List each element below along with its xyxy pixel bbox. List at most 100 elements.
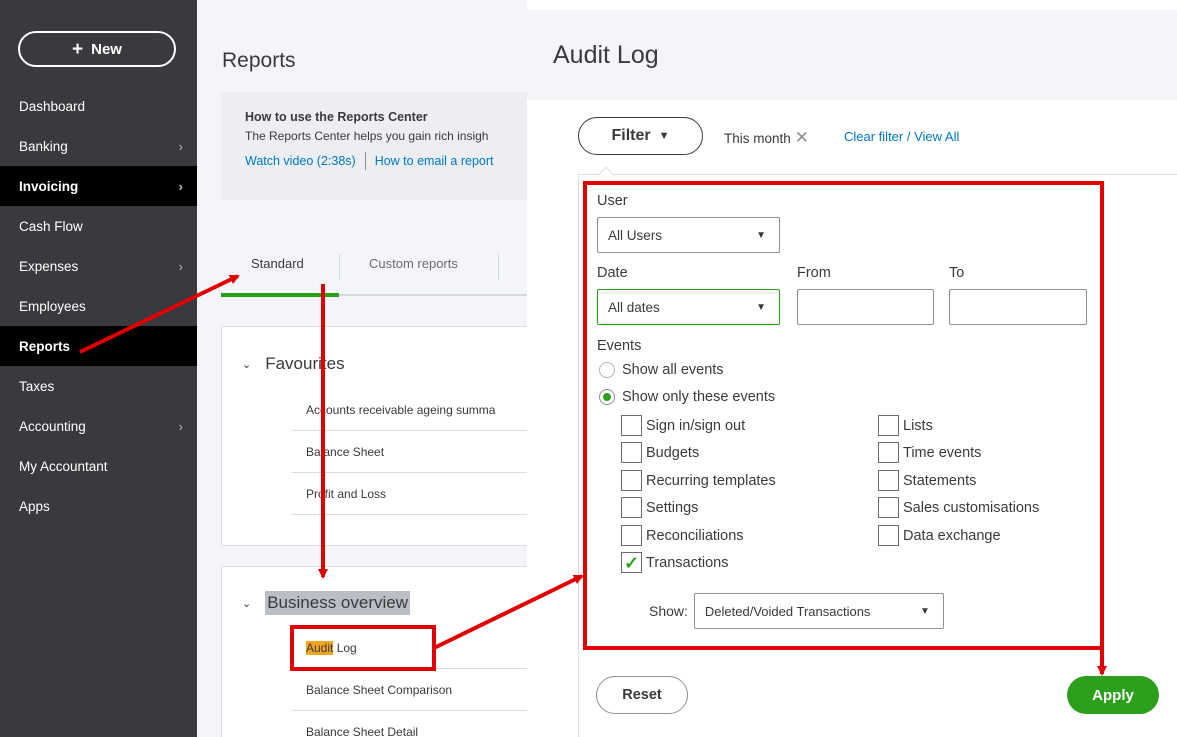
report-tabs: Standard Custom reports xyxy=(221,244,527,297)
checkbox-statements[interactable]: Statements xyxy=(878,470,976,491)
radio-indicator xyxy=(599,362,615,378)
sidebar-item-taxes[interactable]: Taxes xyxy=(0,366,197,406)
radio-indicator-selected xyxy=(599,389,615,405)
sidebar-nav: Dashboard Banking › Invoicing › Cash Flow … xyxy=(0,86,197,526)
left-sidebar: + New Dashboard Banking › Invoicing › Cash… xyxy=(0,0,197,737)
date-select-value: All dates xyxy=(608,299,660,315)
checkbox-box xyxy=(621,415,642,436)
favourites-header[interactable]: ⌄ Favourites xyxy=(242,354,345,374)
sidebar-item-expenses[interactable]: Expenses › xyxy=(0,246,197,286)
info-links: Watch video (2:38s) How to email a repor… xyxy=(245,152,527,170)
checkbox-label: Data exchange xyxy=(903,527,1001,544)
show-only-events-radio[interactable]: Show only these events xyxy=(599,389,775,405)
sidebar-item-invoicing[interactable]: Invoicing › xyxy=(0,166,197,206)
user-select[interactable]: All Users ▼ xyxy=(597,217,780,253)
business-overview-title: Business overview xyxy=(265,591,410,615)
show-only-events-label: Show only these events xyxy=(622,389,776,405)
checkbox-recurring-templates[interactable]: Recurring templates xyxy=(621,470,776,491)
checkbox-label: Sales customisations xyxy=(903,499,1040,516)
sidebar-item-label: Banking xyxy=(19,138,68,154)
checkbox-reconciliations[interactable]: Reconciliations xyxy=(621,525,744,546)
filter-button-label: Filter xyxy=(611,127,651,144)
link-divider xyxy=(364,152,366,170)
checkbox-label: Time events xyxy=(903,444,982,461)
report-row-label: Accounts receivable ageing summa xyxy=(306,402,496,417)
caret-down-icon: ▼ xyxy=(756,229,766,241)
sidebar-item-banking[interactable]: Banking › xyxy=(0,126,197,166)
from-date-input[interactable] xyxy=(797,289,934,325)
report-row-label: Log xyxy=(333,640,357,655)
caret-down-icon: ▼ xyxy=(658,130,670,142)
email-report-link[interactable]: How to email a report xyxy=(375,154,494,168)
checkbox-box xyxy=(878,470,899,491)
business-overview-header[interactable]: ⌄ Business overview xyxy=(242,591,410,615)
show-select-value: Deleted/Voided Transactions xyxy=(704,603,871,619)
close-icon[interactable]: ✕ xyxy=(795,128,809,148)
checkbox-settings[interactable]: Settings xyxy=(621,497,698,518)
checkbox-label: Recurring templates xyxy=(646,472,776,489)
checkbox-budgets[interactable]: Budgets xyxy=(621,442,699,463)
checkbox-box xyxy=(878,497,899,518)
report-row[interactable]: Accounts receivable ageing summa xyxy=(292,389,527,431)
audit-log-title: Audit Log xyxy=(553,41,659,69)
checkbox-label: Lists xyxy=(903,417,933,434)
checkbox-lists[interactable]: Lists xyxy=(878,415,933,436)
watch-video-link[interactable]: Watch video (2:38s) xyxy=(245,154,356,168)
info-title: How to use the Reports Center xyxy=(245,110,428,124)
sidebar-item-employees[interactable]: Employees xyxy=(0,286,197,326)
sidebar-item-label: Expenses xyxy=(19,258,79,274)
chevron-down-icon: ⌄ xyxy=(242,597,252,610)
report-row[interactable]: Balance Sheet xyxy=(292,431,527,473)
new-button[interactable]: + New xyxy=(18,31,176,67)
checkbox-label: Budgets xyxy=(646,444,700,461)
reset-button[interactable]: Reset xyxy=(596,676,688,714)
sidebar-item-label: Cash Flow xyxy=(19,218,83,234)
checkbox-box xyxy=(878,415,899,436)
checkbox-time-events[interactable]: Time events xyxy=(878,442,981,463)
to-date-input[interactable] xyxy=(949,289,1087,325)
checkbox-transactions[interactable]: ✓ Transactions xyxy=(621,552,728,573)
show-transactions-select[interactable]: Deleted/Voided Transactions ▼ xyxy=(693,593,944,629)
checkbox-box xyxy=(878,525,899,546)
checkmark-icon: ✓ xyxy=(623,552,640,573)
new-button-label: New xyxy=(91,40,122,58)
to-label: To xyxy=(949,265,965,281)
sidebar-item-my-accountant[interactable]: My Accountant xyxy=(0,446,197,486)
show-all-events-radio[interactable]: Show all events xyxy=(599,362,724,378)
date-select[interactable]: All dates ▼ xyxy=(597,289,780,325)
sidebar-item-label: My Accountant xyxy=(19,458,108,474)
sidebar-item-label: Taxes xyxy=(19,378,55,394)
sidebar-item-label: Apps xyxy=(19,498,50,514)
report-row[interactable]: Balance Sheet Comparison xyxy=(292,669,527,711)
chevron-right-icon: › xyxy=(178,258,183,274)
sidebar-item-cash-flow[interactable]: Cash Flow xyxy=(0,206,197,246)
checkbox-sales-customisations[interactable]: Sales customisations xyxy=(878,497,1039,518)
tab-custom-reports[interactable]: Custom reports xyxy=(369,256,458,271)
checkbox-sign-in-out[interactable]: Sign in/sign out xyxy=(621,415,745,436)
show-all-events-label: Show all events xyxy=(622,362,724,378)
checkbox-label: Reconciliations xyxy=(646,527,744,544)
checkbox-box xyxy=(878,442,899,463)
sidebar-item-accounting[interactable]: Accounting › xyxy=(0,406,197,446)
sidebar-item-reports[interactable]: Reports xyxy=(0,326,197,366)
search-highlight: Audit xyxy=(306,640,334,655)
sidebar-item-label: Reports xyxy=(19,338,71,354)
audit-log-row[interactable]: Audit Log xyxy=(292,627,527,669)
date-label: Date xyxy=(597,265,628,281)
checkbox-box xyxy=(621,442,642,463)
clear-filter-link[interactable]: Clear filter / View All xyxy=(844,129,959,144)
apply-button[interactable]: Apply xyxy=(1067,676,1159,714)
sidebar-item-dashboard[interactable]: Dashboard xyxy=(0,86,197,126)
report-row[interactable]: Profit and Loss xyxy=(292,473,527,515)
filter-button[interactable]: Filter ▼ xyxy=(578,117,703,155)
checkbox-label: Settings xyxy=(646,499,699,516)
tab-standard[interactable]: Standard xyxy=(251,256,304,271)
checkbox-label: Statements xyxy=(903,472,977,489)
checkbox-box-checked: ✓ xyxy=(621,552,642,573)
report-row[interactable]: Balance Sheet Detail xyxy=(292,711,527,737)
checkbox-data-exchange[interactable]: Data exchange xyxy=(878,525,1001,546)
sidebar-item-apps[interactable]: Apps xyxy=(0,486,197,526)
active-filter-chip: This month ✕ xyxy=(724,128,809,148)
reports-info-box: How to use the Reports Center The Report… xyxy=(221,92,527,200)
chevron-right-icon: › xyxy=(178,178,183,194)
